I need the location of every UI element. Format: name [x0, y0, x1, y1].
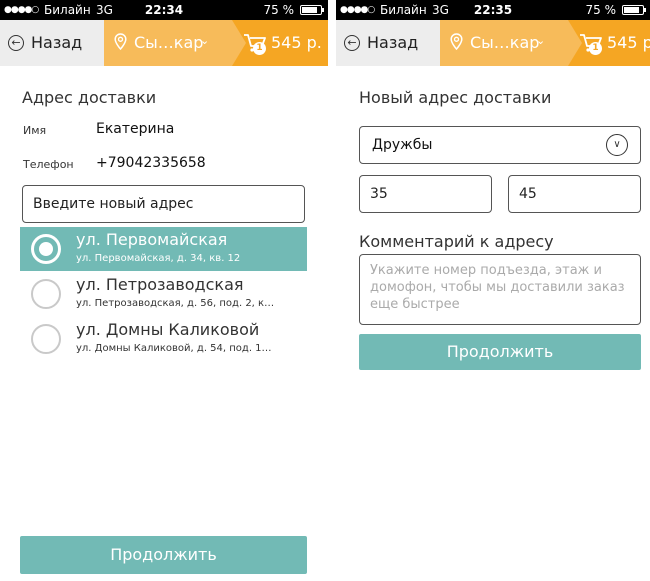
status-bar: ●●●●○ Билайн 3G 22:35 75 %	[336, 0, 650, 20]
battery-icon	[300, 5, 324, 15]
location-pin-icon	[450, 33, 463, 50]
house-input[interactable]: 35	[359, 175, 492, 213]
nav-bar: ← Назад Сы…кар ⌄ 1 545 р.	[336, 20, 650, 66]
comment-textarea[interactable]: Укажите номер подъезда, этаж и домофон, …	[359, 254, 641, 325]
radio-selected[interactable]	[31, 234, 61, 264]
street-value: Дружбы	[372, 137, 433, 153]
address-title: ул. Петрозаводская	[76, 275, 244, 294]
screen-divider	[328, 0, 336, 581]
phone-value: +79042335658	[96, 155, 206, 171]
city-selector[interactable]: Сы…кар ⌄	[440, 20, 582, 66]
arrow-left-icon: ←	[8, 35, 24, 51]
address-item[interactable]: ул. Первомайская ул. Первомайская, д. 34…	[20, 227, 307, 271]
city-selector[interactable]: Сы…кар ⌄	[104, 20, 246, 66]
cart-button[interactable]: 1 545 р.	[243, 20, 328, 66]
continue-button[interactable]: Продолжить	[20, 536, 307, 574]
address-item[interactable]: ул. Петрозаводская ул. Петрозаводская, д…	[20, 272, 307, 316]
battery-percent: 75 %	[263, 3, 295, 17]
battery-icon	[622, 5, 646, 15]
cart-button[interactable]: 1 545 р.	[579, 20, 650, 66]
new-address-input[interactable]: Введите новый адрес	[22, 185, 305, 223]
address-title: ул. Домны Каликовой	[76, 320, 260, 339]
city-label: Сы…кар	[134, 33, 204, 52]
continue-button[interactable]: Продолжить	[359, 334, 641, 370]
cart-count-badge: 1	[253, 42, 266, 55]
address-details: ул. Первомайская, д. 34, кв. 12	[76, 253, 241, 264]
arrow-left-icon: ←	[344, 35, 360, 51]
nav-bar: ← Назад Сы…кар ⌄ 1 545 р.	[0, 20, 328, 66]
cart-sum: 545 р.	[607, 33, 650, 52]
address-title: ул. Первомайская	[76, 230, 228, 249]
page-title: Новый адрес доставки	[359, 88, 552, 107]
back-button[interactable]: ← Назад	[0, 20, 118, 66]
comment-title: Комментарий к адресу	[359, 232, 554, 251]
battery-percent: 75 %	[585, 3, 617, 17]
screen-new-address: ●●●●○ Билайн 3G 22:35 75 % ← Назад Сы…ка…	[336, 0, 650, 581]
screen-delivery-address: ●●●●○ Билайн 3G 22:34 75 % ← Назад Сы…ка…	[0, 0, 328, 581]
name-label: Имя	[23, 124, 47, 137]
chevron-down-icon: ⌄	[536, 34, 546, 47]
back-label: Назад	[367, 33, 419, 52]
chevron-down-icon[interactable]: ∨	[606, 134, 628, 156]
phone-label: Телефон	[23, 158, 74, 171]
back-button[interactable]: ← Назад	[336, 20, 454, 66]
address-item[interactable]: ул. Домны Каликовой ул. Домны Каликовой,…	[20, 317, 307, 361]
city-label: Сы…кар	[470, 33, 540, 52]
radio-unselected[interactable]	[31, 279, 61, 309]
status-bar: ●●●●○ Билайн 3G 22:34 75 %	[0, 0, 328, 20]
apartment-input[interactable]: 45	[508, 175, 641, 213]
street-select[interactable]: Дружбы ∨	[359, 126, 641, 164]
address-details: ул. Домны Каликовой, д. 54, под. 1…	[76, 343, 272, 354]
radio-unselected[interactable]	[31, 324, 61, 354]
location-pin-icon	[114, 33, 127, 50]
page-title: Адрес доставки	[22, 88, 157, 107]
cart-count-badge: 1	[589, 42, 602, 55]
address-details: ул. Петрозаводская, д. 56, под. 2, к…	[76, 298, 275, 309]
chevron-down-icon: ⌄	[200, 34, 210, 47]
cart-sum: 545 р.	[271, 33, 322, 52]
name-value: Екатерина	[96, 121, 175, 137]
back-label: Назад	[31, 33, 83, 52]
